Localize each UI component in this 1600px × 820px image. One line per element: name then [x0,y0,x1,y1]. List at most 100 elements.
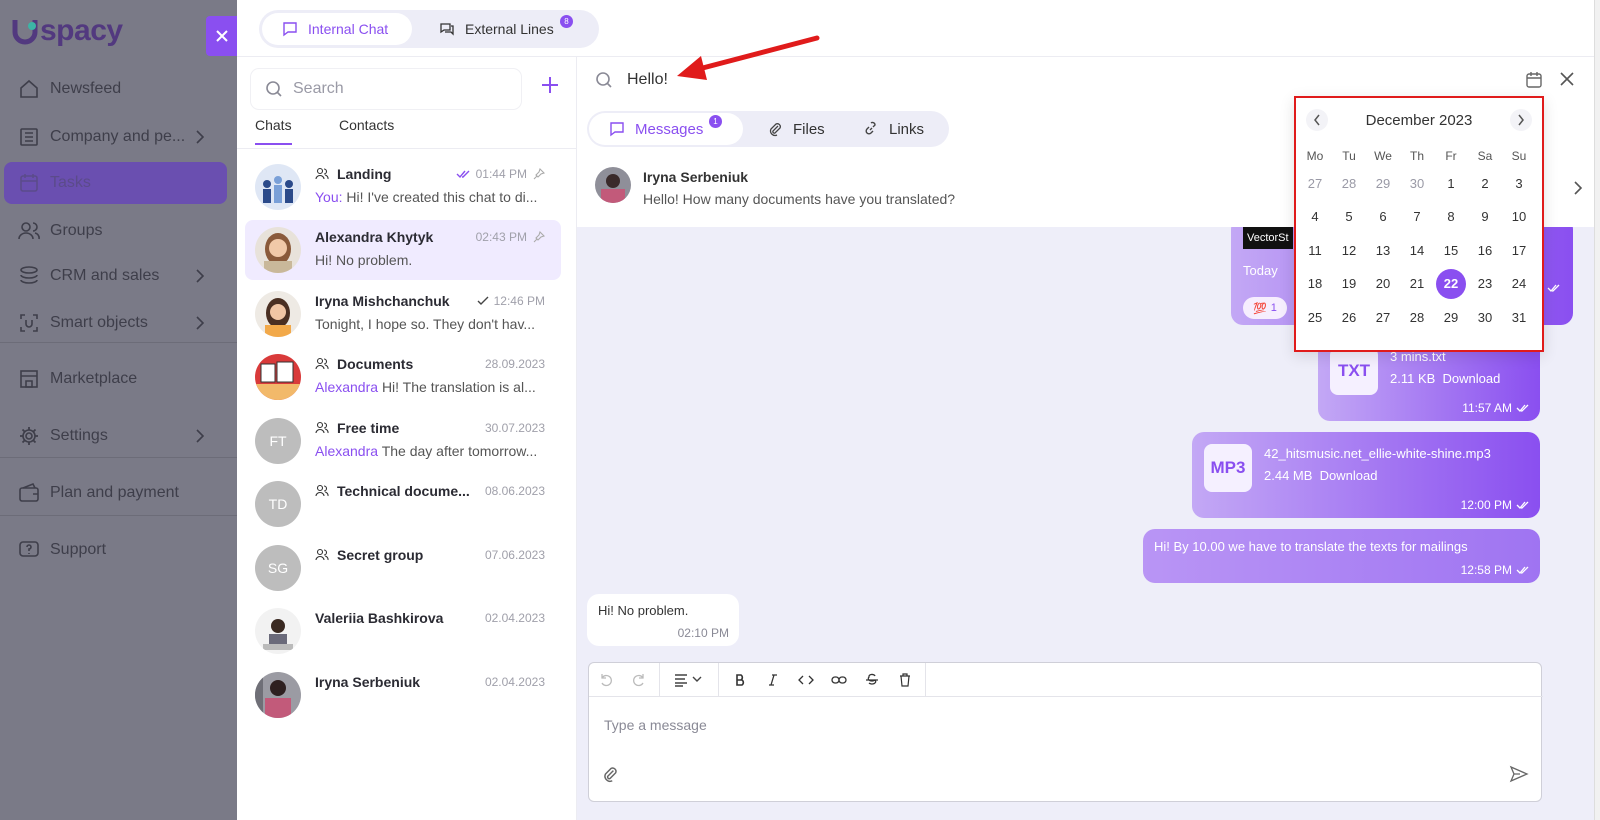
tab-files[interactable]: Files [747,113,837,145]
chat-list-item[interactable]: TD Technical docume... 08.06.2023 [245,474,561,534]
vector-stock-image[interactable]: VectorSt [1243,227,1293,249]
calendar-day[interactable]: 27 [1368,302,1398,332]
chevron-right-icon[interactable] [1573,181,1583,195]
calendar-day[interactable]: 17 [1504,235,1534,265]
calendar-icon[interactable] [1525,71,1543,89]
download-link[interactable]: Download [1320,468,1378,483]
tab-internal-chat[interactable]: Internal Chat [262,13,412,45]
attach-icon[interactable] [601,765,619,783]
sidebar-item-company-and-pe[interactable]: Company and pe... [4,116,227,158]
calendar-day[interactable]: 7 [1402,202,1432,232]
sidebar-item-support[interactable]: Support [4,529,227,571]
logo[interactable]: spacy [12,14,123,48]
tab-chats[interactable]: Chats [255,117,292,145]
bold-button[interactable] [723,663,756,697]
calendar-day[interactable]: 13 [1368,235,1398,265]
link-button[interactable] [822,663,855,697]
tab-external-lines[interactable]: External Lines 8 [419,13,595,45]
align-dropdown[interactable] [664,663,714,697]
calendar-day[interactable]: 16 [1470,235,1500,265]
calendar-day[interactable]: 9 [1470,202,1500,232]
file-message-bubble[interactable]: MP3 42_hitsmusic.net_ellie-white-shine.m… [1192,432,1540,518]
message-search-input[interactable]: Hello! [595,71,668,89]
calendar-day[interactable]: 24 [1504,269,1534,299]
close-sidebar-button[interactable] [206,16,237,56]
sidebar-item-newsfeed[interactable]: Newsfeed [4,68,227,110]
sidebar-item-groups[interactable]: Groups [4,210,227,252]
calendar-day[interactable]: 2 [1470,168,1500,198]
chat-list-item[interactable]: Iryna Mishchanchuk 12:46 PM Tonight, I hop… [245,284,561,344]
window-scrollbar[interactable] [1594,0,1600,820]
download-link[interactable]: Download [1443,371,1501,386]
calendar-day[interactable]: 28 [1334,168,1364,198]
close-search-icon[interactable] [1559,71,1575,87]
sidebar-item-tasks[interactable]: Tasks [4,162,227,204]
incoming-message-bubble[interactable]: Hi! No problem. 02:10 PM [587,594,739,646]
chat-search-input[interactable]: Search [251,69,521,109]
chat-list-item[interactable]: Valeriia Bashkirova 02.04.2023 [245,601,561,661]
chat-list-item[interactable]: Landing 01:44 PM You: Hi! I've created thi… [245,157,561,217]
calendar-day[interactable]: 31 [1504,302,1534,332]
italic-button[interactable] [756,663,789,697]
pin-icon[interactable] [533,231,545,243]
calendar-day[interactable]: 29 [1368,168,1398,198]
sidebar-item-plan-and-payment[interactable]: Plan and payment [4,472,227,514]
tab-contacts[interactable]: Contacts [339,117,394,143]
weekday-label: Th [1409,149,1424,163]
calendar-day[interactable]: 5 [1334,202,1364,232]
calendar-day[interactable]: 29 [1436,302,1466,332]
strikethrough-button[interactable] [855,663,888,697]
message-input[interactable]: Type a message [604,717,707,733]
wallet-icon [19,482,39,502]
calendar-day[interactable]: 18 [1300,269,1330,299]
chat-list-item[interactable]: Iryna Serbeniuk 02.04.2023 [245,665,561,725]
calendar-day[interactable]: 15 [1436,235,1466,265]
chat-list-item[interactable]: FT Free time 30.07.2023 Alexandra The day a… [245,411,561,471]
tab-messages[interactable]: Messages 1 [589,113,743,145]
users-icon [18,222,40,240]
calendar-day-selected[interactable]: 22 [1436,268,1466,299]
calendar-day[interactable]: 20 [1368,269,1398,299]
calendar-day[interactable]: 27 [1300,168,1330,198]
clear-format-button[interactable] [888,663,921,697]
chat-list-item[interactable]: Documents 28.09.2023 Alexandra Hi! The tra… [245,347,561,407]
calendar-day[interactable]: 1 [1436,168,1466,198]
chat-list-item[interactable]: Alexandra Khytyk 02:43 PM Hi! No problem. [245,220,561,280]
chat-name: Iryna Serbeniuk [315,674,421,690]
calendar-day[interactable]: 30 [1402,168,1432,198]
calendar-day[interactable]: 25 [1300,302,1330,332]
sidebar-item-settings[interactable]: Settings [4,415,227,457]
tab-links[interactable]: Links [843,113,943,145]
add-chat-button[interactable] [538,73,562,97]
calendar-day[interactable]: 21 [1402,269,1432,299]
sidebar-item-crm-and-sales[interactable]: CRM and sales [4,255,227,297]
calendar-day[interactable]: 19 [1334,269,1364,299]
undo-button[interactable] [589,663,622,697]
send-icon[interactable] [1509,765,1529,783]
calendar-day[interactable]: 26 [1334,302,1364,332]
link-icon [865,121,876,135]
chat-name: Free time [315,420,399,436]
code-button[interactable] [789,663,822,697]
next-month-button[interactable] [1510,109,1532,131]
pin-icon[interactable] [533,168,545,180]
calendar-day[interactable]: 10 [1504,202,1534,232]
calendar-day[interactable]: 30 [1470,302,1500,332]
calendar-day[interactable]: 12 [1334,235,1364,265]
calendar-day[interactable]: 23 [1470,269,1500,299]
file-name[interactable]: 42_hitsmusic.net_ellie-white-shine.mp3 [1264,446,1491,461]
calendar-day[interactable]: 4 [1300,202,1330,232]
calendar-day[interactable]: 11 [1300,235,1330,265]
calendar-day[interactable]: 8 [1436,202,1466,232]
chat-list-item[interactable]: SG Secret group 07.06.2023 [245,538,561,598]
calendar-day[interactable]: 6 [1368,202,1398,232]
text-message-bubble[interactable]: Hi! By 10.00 we have to translate the te… [1143,529,1540,583]
sidebar-item-smart-objects[interactable]: Smart objects [4,302,227,344]
calendar-day[interactable]: 28 [1402,302,1432,332]
paperclip-icon [769,123,781,137]
redo-button[interactable] [622,663,655,697]
calendar-day[interactable]: 14 [1402,235,1432,265]
sidebar-item-marketplace[interactable]: Marketplace [4,358,227,400]
calendar-day[interactable]: 3 [1504,168,1534,198]
reaction-chip[interactable]: 💯 1 [1243,297,1287,319]
